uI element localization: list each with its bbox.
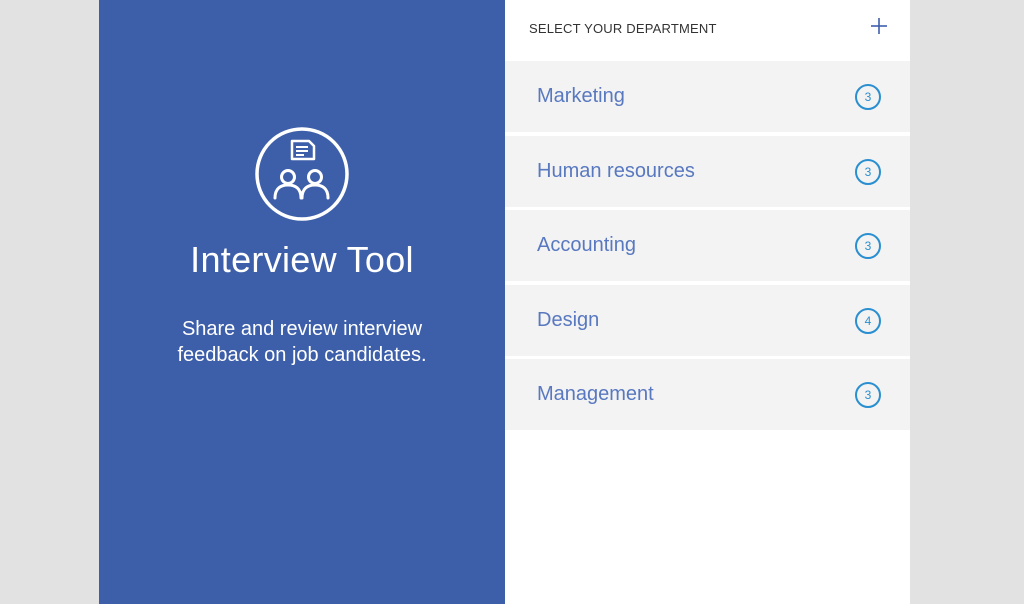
candidate-count-badge: 3 <box>855 382 881 408</box>
candidate-count-badge: 3 <box>855 158 881 185</box>
department-item-management[interactable]: Management 3 <box>505 359 910 430</box>
department-header-title: SELECT YOUR DEPARTMENT <box>529 21 717 36</box>
department-name: Accounting <box>537 234 636 256</box>
candidate-count-badge: 3 <box>855 233 881 259</box>
department-name: Design <box>537 308 600 331</box>
department-name: Management <box>537 383 654 405</box>
department-item-human-resources[interactable]: Human resources 3 <box>505 135 910 207</box>
plus-icon <box>871 18 887 34</box>
department-item-accounting[interactable]: Accounting 3 <box>505 210 910 281</box>
candidate-count-badge: 3 <box>855 84 881 110</box>
candidate-count-badge: 4 <box>855 307 881 334</box>
app-description: Share and review interview feedback on j… <box>177 318 427 366</box>
department-list: Marketing 3 Human resources 3 Accounting… <box>505 61 910 434</box>
add-department-button[interactable] <box>865 12 893 40</box>
interview-team-icon <box>255 127 349 221</box>
department-name: Human resources <box>537 159 695 182</box>
department-item-marketing[interactable]: Marketing 3 <box>505 61 910 132</box>
app-title: Interview Tool <box>190 239 414 280</box>
department-header: SELECT YOUR DEPARTMENT <box>505 0 910 60</box>
department-name: Marketing <box>537 85 625 107</box>
app-window: Interview Tool Share and review intervie… <box>99 0 910 604</box>
department-panel: SELECT YOUR DEPARTMENT Marketing 3 Human… <box>505 0 910 604</box>
intro-panel: Interview Tool Share and review intervie… <box>99 0 505 604</box>
department-item-design[interactable]: Design 4 <box>505 284 910 356</box>
